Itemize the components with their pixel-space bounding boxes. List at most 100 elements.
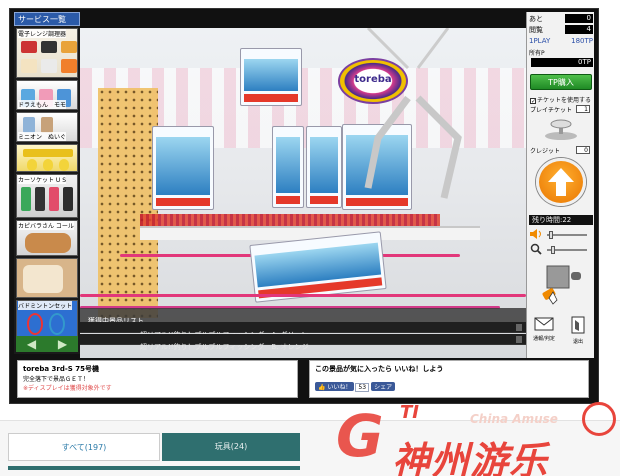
- move-button[interactable]: [536, 158, 586, 206]
- minion-figure: [27, 159, 37, 171]
- volume-knob[interactable]: [549, 231, 553, 239]
- product-thumb: [61, 41, 77, 53]
- product-thumb: [49, 313, 65, 335]
- play-ticket-row: プレイチケット: [530, 105, 572, 114]
- sidebar-item-minion-figures[interactable]: [16, 144, 78, 172]
- like-box: この景品が気に入ったら いいね！しよう 👍 いいね！ 53 シェア: [309, 360, 589, 398]
- play-cost-row: 1PLAY 180TP: [527, 37, 595, 45]
- volume-slider[interactable]: [547, 231, 587, 239]
- watermark-english: China Amuse: [470, 412, 558, 426]
- zoom-slider[interactable]: [547, 246, 587, 254]
- prev-arrow-icon[interactable]: ◀: [27, 338, 36, 350]
- product-thumb: [21, 41, 37, 53]
- viewers-row: 閲覧 4: [527, 25, 595, 35]
- sidebar-item-minion[interactable]: ミニオン ぬいぐ: [16, 112, 78, 142]
- sidebar-title: サービス一覧: [14, 12, 80, 26]
- product-thumb: [21, 187, 31, 211]
- prize-box: [272, 126, 304, 208]
- pegboard: [98, 88, 158, 318]
- remaining-label: あと: [529, 15, 543, 23]
- toreba-logo: toreba: [338, 58, 408, 104]
- target-prize-box: [249, 231, 387, 303]
- sidebar-pager: ◀ ▶: [16, 336, 78, 352]
- tab-all[interactable]: すべて(197): [8, 433, 160, 461]
- watermark-letter: G: [336, 402, 384, 470]
- report-label: 通報/判定: [533, 336, 555, 342]
- minion-figure: [43, 159, 53, 171]
- product-thumb: [41, 59, 57, 73]
- product-thumb: [21, 59, 37, 73]
- sidebar-item-capybara[interactable]: カピバラさん コール: [16, 220, 78, 256]
- use-ticket-label: チケットを使用する: [537, 97, 592, 104]
- product-thumb: [61, 59, 77, 73]
- remaining-value: 0: [565, 14, 593, 23]
- product-thumb: [25, 233, 71, 253]
- product-thumb: [41, 117, 53, 133]
- owned-points-label-row: 所有P: [527, 48, 595, 57]
- volume-icon[interactable]: [530, 229, 542, 239]
- up-arrow-icon: [548, 168, 574, 196]
- credit-label: クレジット: [530, 148, 561, 155]
- zoom-knob[interactable]: [551, 246, 555, 254]
- prize-list-row: 超リアル!!釣り！ブルブルフィッシング B. オレンジ: [80, 334, 526, 351]
- machine-note: ※ディスプレイは獲得対象外です: [23, 385, 112, 392]
- sidebar-item-car-socket[interactable]: カーソケット U S: [16, 174, 78, 218]
- share-button[interactable]: シェア: [371, 382, 396, 391]
- product-thumb: [35, 187, 45, 211]
- camera-view-icon[interactable]: [541, 260, 585, 308]
- exit-button[interactable]: 退出: [567, 316, 589, 345]
- sidebar-item-doraemon[interactable]: ドラえもん モモ: [16, 80, 78, 110]
- report-button[interactable]: 通報/判定: [532, 316, 556, 342]
- viewers-value: 4: [565, 25, 593, 34]
- watermark-chinese: 神州游乐: [392, 439, 549, 476]
- product-thumb: [49, 187, 59, 211]
- use-ticket-checkbox[interactable]: ✓チケットを使用する: [530, 95, 591, 104]
- product-thumb: [23, 265, 63, 293]
- prize-list-row: 超リアル!!釣り！ブルブルフィッシング A. グリーン: [80, 322, 526, 339]
- viewers-label: 閲覧: [529, 26, 543, 34]
- time-remaining: 残り時間:22: [529, 215, 593, 225]
- control-panel: あと 0 閲覧 4 1PLAY 180TP 所有P 0TP TP購入 ✓チケット…: [526, 12, 594, 358]
- ferris-wheel-icon: [582, 402, 616, 436]
- owned-points-value: 0TP: [531, 58, 593, 67]
- service-sidebar: サービス一覧 電子レンジ調理器 ドラえもん モモ ミニオン ぬいぐ カーソケット…: [14, 12, 80, 354]
- list-scroll-up[interactable]: [516, 324, 522, 331]
- play-cost-label: 1PLAY: [529, 37, 551, 45]
- tab-toys[interactable]: 玩具(24): [162, 433, 300, 461]
- buy-tp-button[interactable]: TP購入: [530, 74, 592, 90]
- product-thumb: [23, 117, 35, 133]
- prize-list-header: 獲得中景品リスト: [80, 308, 526, 325]
- list-scroll-down[interactable]: [516, 336, 522, 343]
- sidebar-item-label: カーソケット U S: [18, 175, 67, 184]
- mail-icon: [534, 317, 554, 331]
- thumbs-up-icon: 👍: [318, 384, 326, 391]
- sidebar-item-label: バドミントンセット: [18, 301, 73, 310]
- page: サービス一覧 電子レンジ調理器 ドラえもん モモ ミニオン ぬいぐ カーソケット…: [0, 0, 620, 476]
- sidebar-item-label: カピバラさん コール: [18, 221, 74, 230]
- next-arrow-icon[interactable]: ▶: [58, 338, 67, 350]
- like-count: 53: [355, 383, 370, 392]
- tab-underline: [8, 466, 300, 470]
- play-ticket-value: 1: [576, 105, 590, 113]
- machine-info: toreba 3rd-S 75号機 完全落下で景品ＧＥＴ！ ※ディスプレイは獲得…: [17, 360, 298, 398]
- sidebar-item-capybara-plush[interactable]: [16, 258, 78, 298]
- prize-box: [306, 126, 342, 208]
- watermark-ti: TI: [400, 402, 419, 423]
- like-button[interactable]: 👍 いいね！: [315, 382, 355, 391]
- zoom-icon[interactable]: [530, 243, 542, 255]
- remaining-row: あと 0: [527, 14, 595, 24]
- exit-label: 退出: [572, 339, 583, 345]
- product-thumb: [63, 187, 73, 211]
- sidebar-item-microwave-cooker[interactable]: 電子レンジ調理器: [16, 28, 78, 78]
- minion-figure: [59, 159, 69, 171]
- exit-door-icon: [571, 316, 585, 334]
- credit-row: クレジット: [530, 146, 560, 155]
- sidebar-item-label: ミニオン ぬいぐ: [18, 132, 67, 141]
- pink-bar: [80, 294, 526, 297]
- like-button-label: いいね！: [327, 384, 352, 391]
- camera-switch-icon[interactable]: [541, 118, 581, 142]
- sidebar-item-badminton-set[interactable]: バドミントンセット: [16, 300, 78, 338]
- prize-box-display: [240, 48, 302, 106]
- logo-text: toreba: [354, 74, 392, 85]
- prize-box: [152, 126, 214, 210]
